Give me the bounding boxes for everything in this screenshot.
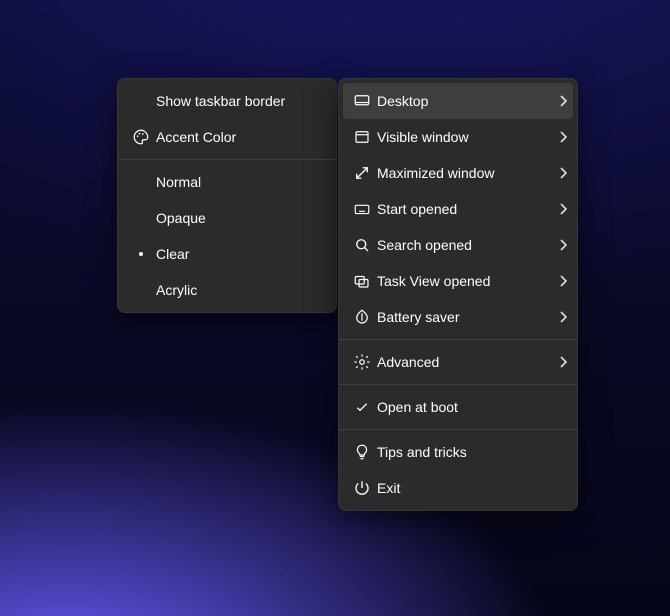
chevron-right-icon — [551, 95, 567, 107]
menu-item-start-opened[interactable]: Start opened — [339, 191, 577, 227]
menu-item-opaque[interactable]: Opaque — [118, 200, 336, 236]
menu-item-accent-color[interactable]: Accent Color — [118, 119, 336, 155]
menu-item-label: Exit — [377, 480, 567, 496]
gear-icon — [347, 353, 377, 371]
menu-item-normal[interactable]: Normal — [118, 164, 336, 200]
menu-item-label: Normal — [156, 174, 326, 190]
menu-item-acrylic[interactable]: Acrylic — [118, 272, 336, 308]
menu-item-open-at-boot[interactable]: Open at boot — [339, 389, 577, 425]
menu-separator — [339, 384, 577, 385]
context-menu-right: Desktop Visible window Maximized window — [338, 78, 578, 511]
desktop-icon — [347, 92, 377, 110]
palette-icon — [126, 128, 156, 146]
menu-item-label: Show taskbar border — [156, 93, 326, 109]
menu-item-tips-and-tricks[interactable]: Tips and tricks — [339, 434, 577, 470]
menu-item-label: Battery saver — [377, 309, 551, 325]
chevron-right-icon — [551, 311, 567, 323]
menu-item-search-opened[interactable]: Search opened — [339, 227, 577, 263]
menu-item-label: Acrylic — [156, 282, 326, 298]
check-icon — [347, 399, 377, 415]
menu-item-label: Desktop — [377, 93, 551, 109]
leaf-icon — [347, 308, 377, 326]
chevron-right-icon — [551, 203, 567, 215]
bullet-icon — [126, 252, 156, 256]
menu-item-clear[interactable]: Clear — [118, 236, 336, 272]
menu-item-visible-window[interactable]: Visible window — [339, 119, 577, 155]
chevron-right-icon — [551, 167, 567, 179]
menu-separator — [339, 429, 577, 430]
menu-item-label: Visible window — [377, 129, 551, 145]
chevron-right-icon — [551, 239, 567, 251]
menu-item-label: Search opened — [377, 237, 551, 253]
power-icon — [347, 479, 377, 497]
menu-separator — [118, 159, 336, 160]
menu-item-label: Clear — [156, 246, 326, 262]
keyboard-icon — [347, 200, 377, 218]
bulb-icon — [347, 443, 377, 461]
search-icon — [347, 236, 377, 254]
menu-separator — [339, 339, 577, 340]
menu-item-label: Accent Color — [156, 129, 326, 145]
menu-item-battery-saver[interactable]: Battery saver — [339, 299, 577, 335]
menu-item-label: Opaque — [156, 210, 326, 226]
menu-item-label: Maximized window — [377, 165, 551, 181]
maximize-icon — [347, 164, 377, 182]
chevron-right-icon — [551, 356, 567, 368]
context-menu-left: Show taskbar border Accent Color Normal … — [117, 78, 337, 313]
menu-item-label: Advanced — [377, 354, 551, 370]
window-icon — [347, 128, 377, 146]
taskview-icon — [347, 272, 377, 290]
chevron-right-icon — [551, 131, 567, 143]
menu-item-label: Tips and tricks — [377, 444, 567, 460]
menu-item-label: Open at boot — [377, 399, 567, 415]
menu-item-maximized-window[interactable]: Maximized window — [339, 155, 577, 191]
menu-item-task-view-opened[interactable]: Task View opened — [339, 263, 577, 299]
menu-item-advanced[interactable]: Advanced — [339, 344, 577, 380]
menu-item-show-taskbar-border[interactable]: Show taskbar border — [118, 83, 336, 119]
chevron-right-icon — [551, 275, 567, 287]
menu-item-label: Task View opened — [377, 273, 551, 289]
menu-item-exit[interactable]: Exit — [339, 470, 577, 506]
menu-item-label: Start opened — [377, 201, 551, 217]
menu-item-desktop[interactable]: Desktop — [343, 83, 573, 119]
